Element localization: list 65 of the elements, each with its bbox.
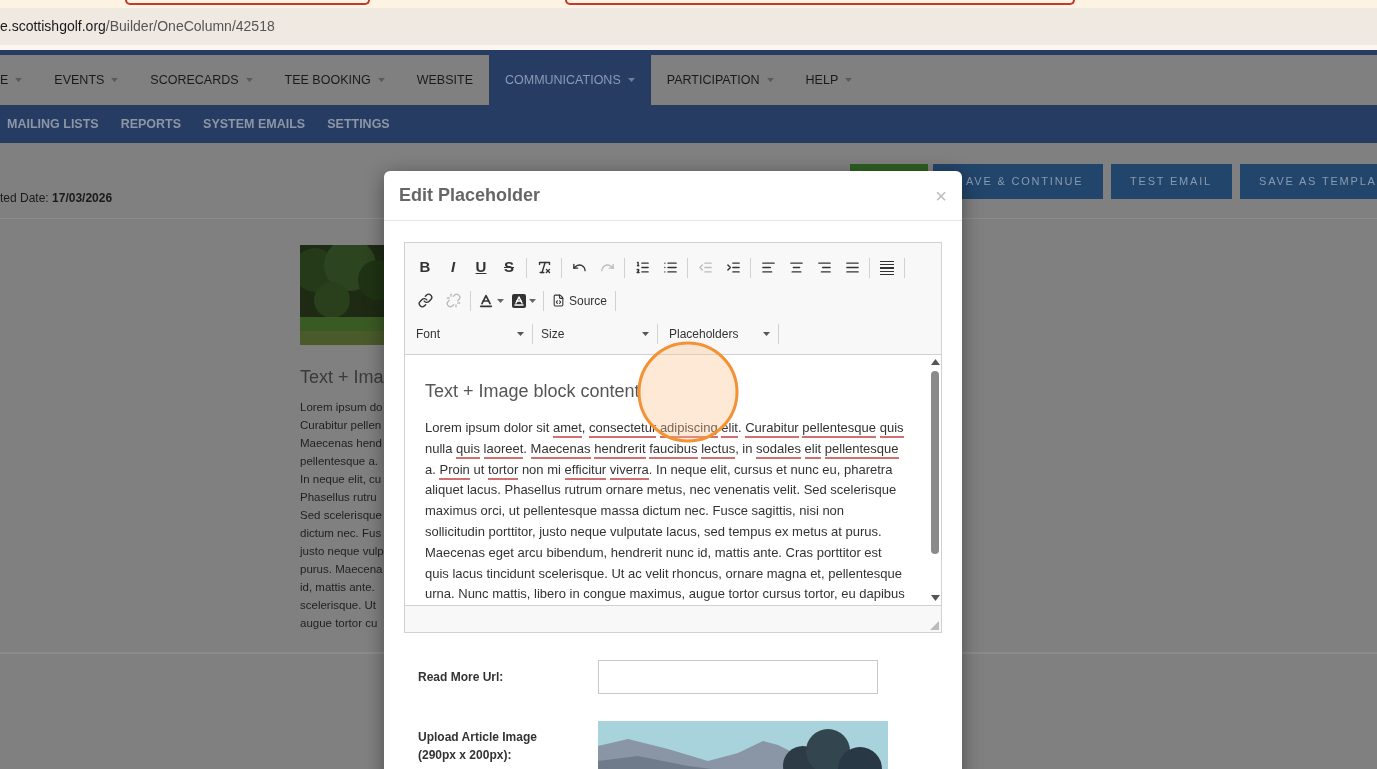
nav-tab[interactable]: COMMUNICATIONS — [489, 55, 651, 105]
caret-icon — [642, 331, 649, 336]
dialog-title: Edit Placeholder — [399, 184, 541, 207]
scroll-down-arrow-icon[interactable] — [930, 595, 940, 601]
body-text-line: Lorem ipsum do — [300, 400, 384, 415]
nav-tab[interactable]: SCORECARDS — [134, 55, 269, 105]
subnav-link[interactable]: REPORTS — [120, 114, 182, 134]
body-text-line: Sed scelerisque — [300, 508, 383, 523]
italic-button[interactable]: I — [439, 255, 467, 280]
underline-button[interactable]: U — [467, 255, 495, 280]
subnav-link[interactable]: MAILING LISTS — [7, 114, 99, 134]
dropdown-select[interactable]: Placeholders — [661, 324, 775, 343]
nav-tab[interactable]: HELP — [789, 55, 869, 105]
caret-icon — [517, 331, 524, 336]
caret-icon — [627, 78, 635, 82]
body-text-line: justo neque vulp — [300, 544, 384, 559]
body-text-line: Maecenas hend — [300, 436, 383, 451]
caret-icon — [497, 298, 504, 303]
source-button[interactable]: Source — [547, 288, 613, 313]
code-file-icon — [552, 294, 565, 307]
url-input[interactable] — [598, 660, 878, 694]
nav-tab[interactable]: EVENTS — [38, 55, 135, 105]
subnav-link[interactable]: SETTINGS — [327, 114, 390, 134]
body-text-line: id, mattis ante. — [300, 580, 376, 595]
body-text-line: Curabitur pellen — [300, 418, 383, 433]
action-button[interactable]: TEST EMAIL — [1111, 164, 1232, 199]
body-text-line: augue tortor cu — [300, 616, 379, 631]
dropdown-select[interactable]: Font — [411, 324, 529, 343]
browser-tab[interactable] — [125, 0, 370, 5]
caret-icon — [15, 78, 23, 82]
dropdown-select[interactable]: Size — [536, 324, 654, 343]
resize-grip-icon[interactable] — [930, 621, 939, 630]
browser-tab[interactable] — [565, 0, 1075, 5]
caret-icon — [766, 78, 774, 82]
nav-tab[interactable]: E — [0, 55, 39, 105]
bold-button[interactable]: B — [411, 255, 439, 280]
field-label: Read More Url: — [418, 669, 505, 686]
action-button[interactable]: SAVE AS TEMPLA — [1240, 164, 1377, 199]
caret-icon — [245, 78, 253, 82]
caret-icon — [111, 78, 119, 82]
body-text-line: pellentesque a. — [300, 454, 379, 469]
horizontal-lines-icon — [880, 259, 894, 276]
body-text-line: In neque elit, cu — [300, 472, 383, 487]
content-heading: Text + Image block content — [425, 380, 641, 403]
address-bar-url[interactable]: e.scottishgolf.org/Builder/OneColumn/42518 — [0, 16, 275, 37]
body-text-line: Phasellus rutru — [300, 490, 378, 505]
strike-button[interactable]: S — [495, 255, 523, 280]
body-text-line: dictum nec. Fus — [300, 526, 383, 541]
field-label: Upload Article Image (290px x 200px): — [418, 729, 538, 764]
caret-icon — [377, 78, 385, 82]
body-text-line: scelerisque. Ut — [300, 598, 378, 613]
caret-icon — [763, 331, 770, 336]
body-text-line: purus. Maecena — [300, 562, 384, 577]
scroll-up-arrow-icon[interactable] — [930, 359, 940, 365]
scrollbar-thumb[interactable] — [931, 371, 939, 554]
text-color-icon — [478, 292, 494, 309]
date-text: ted Date: 17/03/2026 — [0, 190, 113, 207]
caret-icon — [529, 298, 536, 303]
caret-icon — [845, 78, 853, 82]
block-heading: Text + Ima — [300, 366, 384, 389]
nav-tab[interactable]: TEE BOOKING — [268, 55, 401, 105]
nav-tab[interactable]: PARTICIPATION — [650, 55, 790, 105]
nav-tab[interactable]: WEBSITE — [400, 55, 489, 105]
subnav-link[interactable]: SYSTEM EMAILS — [203, 114, 306, 134]
highlight-color-icon — [512, 293, 526, 308]
